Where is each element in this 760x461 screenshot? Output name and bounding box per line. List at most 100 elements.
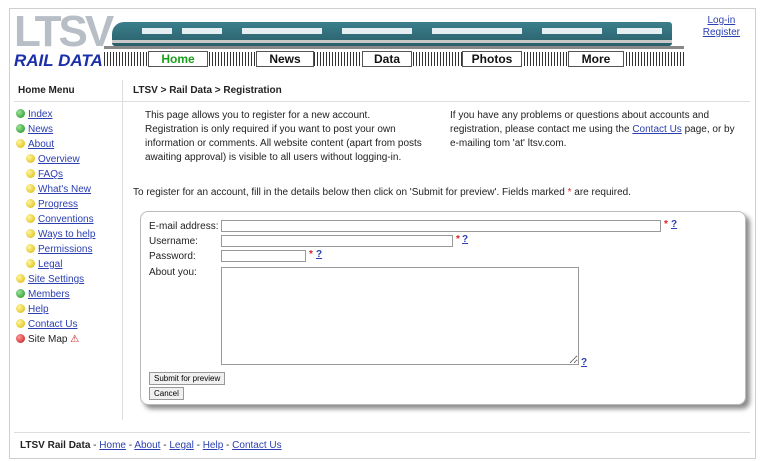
- footer-link-contact-us[interactable]: Contact Us: [232, 440, 281, 451]
- breadcrumb: LTSV > Rail Data > Registration: [133, 85, 282, 96]
- site-logo[interactable]: LTSV RAIL DATA: [14, 10, 114, 70]
- sidebar-item-contact-us[interactable]: Contact Us: [16, 318, 95, 333]
- sidebar-item-label[interactable]: Help: [28, 304, 49, 315]
- sidebar-item-label[interactable]: Overview: [38, 154, 80, 165]
- status-dot-icon: [16, 334, 25, 343]
- sidebar-item-label[interactable]: Ways to help: [38, 229, 95, 240]
- intro-line-2: Registration is only required if you wan…: [145, 124, 422, 163]
- sidebar-item-label[interactable]: Members: [28, 289, 70, 300]
- cancel-button[interactable]: Cancel: [149, 387, 184, 400]
- sidebar-item-label[interactable]: What's New: [38, 184, 91, 195]
- status-dot-icon: [26, 244, 35, 253]
- sidebar-item-label[interactable]: Permissions: [38, 244, 92, 255]
- status-dot-icon: [16, 274, 25, 283]
- password-help-icon[interactable]: ?: [316, 249, 322, 260]
- status-dot-icon: [16, 109, 25, 118]
- about-textarea[interactable]: [221, 267, 579, 365]
- status-dot-icon: [26, 229, 35, 238]
- sidebar-item-news[interactable]: News: [16, 123, 95, 138]
- tab-home[interactable]: Home: [148, 51, 208, 67]
- sidebar-item-label: Site Map: [28, 334, 68, 345]
- sidebar-title: Home Menu: [18, 85, 75, 96]
- intro-line-1: This page allows you to register for a n…: [145, 110, 371, 121]
- auth-links: Log-in Register: [703, 15, 740, 39]
- tab-more[interactable]: More: [568, 51, 624, 67]
- about-label: About you:: [149, 267, 197, 278]
- status-dot-icon: [26, 154, 35, 163]
- sidebar-item-overview[interactable]: Overview: [16, 153, 95, 168]
- registration-form: E-mail address: * ? Username: * ? Passwo…: [140, 211, 746, 405]
- sidebar-item-label[interactable]: About: [28, 139, 54, 150]
- email-help-icon[interactable]: ?: [671, 219, 677, 230]
- username-field[interactable]: [221, 235, 453, 247]
- sidebar-item-label[interactable]: Conventions: [38, 214, 94, 225]
- contact-text: If you have any problems or questions ab…: [450, 109, 740, 151]
- contact-us-link[interactable]: Contact Us: [632, 124, 681, 135]
- about-help-icon[interactable]: ?: [581, 357, 587, 368]
- status-dot-icon: [26, 259, 35, 268]
- tab-data[interactable]: Data: [362, 51, 412, 67]
- sidebar-item-label[interactable]: FAQs: [38, 169, 63, 180]
- status-dot-icon: [16, 319, 25, 328]
- intro-text: This page allows you to register for a n…: [145, 109, 425, 165]
- sidebar-item-label[interactable]: Contact Us: [28, 319, 77, 330]
- required-marker: *: [567, 187, 572, 198]
- sidebar-item-members[interactable]: Members: [16, 288, 95, 303]
- status-dot-icon: [26, 184, 35, 193]
- status-dot-icon: [16, 139, 25, 148]
- logo-letters: LTSV: [14, 7, 114, 56]
- sidebar-item-label[interactable]: News: [28, 124, 53, 135]
- sidebar-item-progress[interactable]: Progress: [16, 198, 95, 213]
- footer-link-home[interactable]: Home: [99, 440, 126, 451]
- status-dot-icon: [16, 304, 25, 313]
- register-link[interactable]: Register: [703, 27, 740, 38]
- logo-subtitle: RAIL DATA: [14, 51, 103, 70]
- sidebar-item-conventions[interactable]: Conventions: [16, 213, 95, 228]
- sidebar-item-label[interactable]: Progress: [38, 199, 78, 210]
- login-link[interactable]: Log-in: [707, 15, 735, 26]
- sidebar-item-label[interactable]: Legal: [38, 259, 62, 270]
- form-instructions: To register for an account, fill in the …: [133, 187, 631, 198]
- train-banner-image: [112, 22, 672, 46]
- sidebar-item-about[interactable]: About: [16, 138, 95, 153]
- footer-sep: -: [90, 440, 100, 451]
- sidebar-item-faqs[interactable]: FAQs: [16, 168, 95, 183]
- sidebar-item-index[interactable]: Index: [16, 108, 95, 123]
- status-dot-icon: [16, 289, 25, 298]
- footer-link-help[interactable]: Help: [203, 440, 224, 451]
- required-marker: *: [456, 234, 460, 245]
- footer-link-about[interactable]: About: [134, 440, 160, 451]
- instruction-text-end: are required.: [574, 187, 631, 198]
- warning-icon: ⚠: [70, 334, 80, 345]
- tab-news[interactable]: News: [256, 51, 314, 67]
- footer: LTSV Rail Data - Home - About - Legal - …: [20, 440, 282, 451]
- footer-site-name: LTSV Rail Data: [20, 440, 91, 451]
- sidebar-item-legal[interactable]: Legal: [16, 258, 95, 273]
- status-dot-icon: [26, 214, 35, 223]
- username-help-icon[interactable]: ?: [462, 234, 468, 245]
- footer-divider: [14, 432, 750, 433]
- tab-photos[interactable]: Photos: [462, 51, 522, 67]
- header-divider: [14, 101, 750, 102]
- status-dot-icon: [26, 169, 35, 178]
- sidebar-menu: Index News About Overview FAQs What's Ne…: [16, 108, 95, 348]
- required-marker: *: [309, 249, 313, 260]
- sidebar-item-label[interactable]: Index: [28, 109, 52, 120]
- sidebar-item-permissions[interactable]: Permissions: [16, 243, 95, 258]
- footer-sep: -: [193, 440, 203, 451]
- status-dot-icon: [26, 199, 35, 208]
- sidebar-item-site-settings[interactable]: Site Settings: [16, 273, 95, 288]
- sidebar-item-label[interactable]: Site Settings: [28, 274, 84, 285]
- sidebar-item-help[interactable]: Help: [16, 303, 95, 318]
- email-field[interactable]: [221, 220, 661, 232]
- sidebar-item-site-map: Site Map ⚠: [16, 333, 95, 348]
- sidebar-item-whats-new[interactable]: What's New: [16, 183, 95, 198]
- footer-link-legal[interactable]: Legal: [169, 440, 193, 451]
- rail-line: [104, 46, 684, 49]
- submit-preview-button[interactable]: Submit for preview: [149, 372, 226, 385]
- sidebar-item-ways-to-help[interactable]: Ways to help: [16, 228, 95, 243]
- sidebar-divider: [122, 80, 123, 420]
- footer-sep: -: [223, 440, 233, 451]
- password-field[interactable]: [221, 250, 306, 262]
- email-label: E-mail address:: [149, 221, 219, 232]
